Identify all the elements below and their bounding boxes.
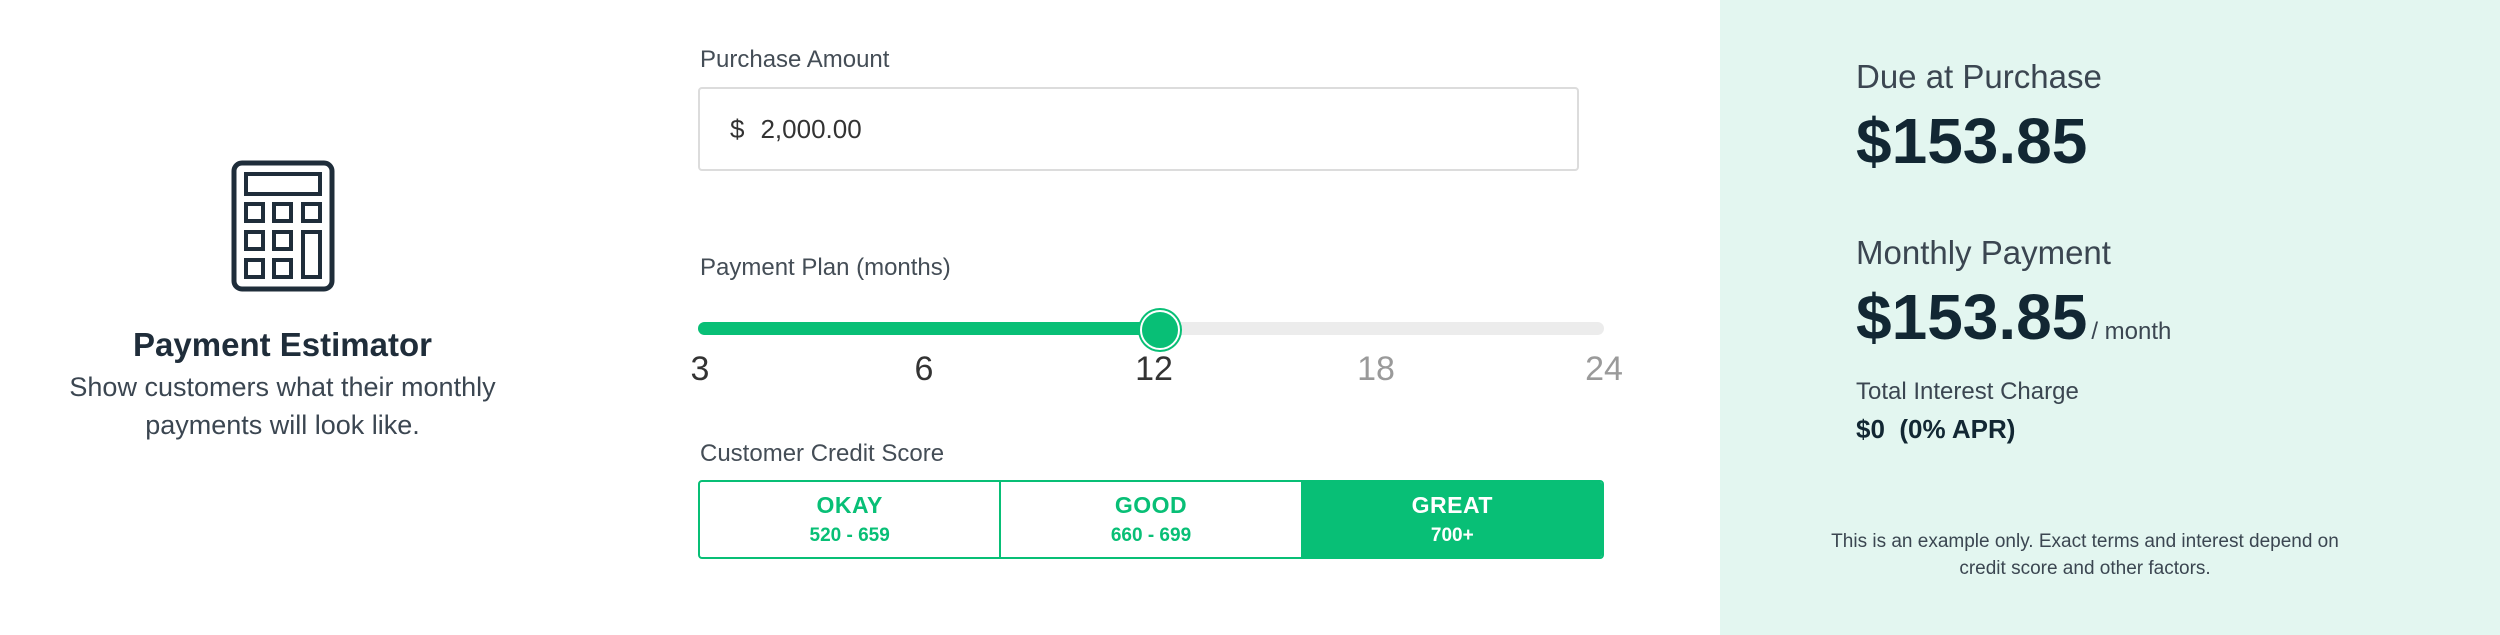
credit-option-range: 520 - 659 xyxy=(809,525,890,546)
credit-option-great[interactable]: GREAT 700+ xyxy=(1300,482,1602,557)
due-at-purchase-value: $153.85 xyxy=(1856,105,2088,177)
total-interest-label: Total Interest Charge xyxy=(1856,378,2079,405)
credit-option-okay[interactable]: OKAY 520 - 659 xyxy=(700,482,999,557)
due-at-purchase-label: Due at Purchase xyxy=(1856,58,2102,95)
credit-option-name: GOOD xyxy=(1114,492,1188,518)
plan-tick-label[interactable]: 12 xyxy=(1135,350,1173,389)
credit-option-good[interactable]: GOOD 660 - 699 xyxy=(999,482,1300,557)
purchase-amount-input[interactable] xyxy=(760,113,1521,145)
credit-option-name: GREAT xyxy=(1411,492,1493,518)
payment-plan-slider[interactable] xyxy=(698,310,1604,350)
monthly-payment-unit: / month xyxy=(2091,318,2172,345)
total-interest-value: $0 (0% APR) xyxy=(1856,414,2016,444)
payment-plan-label: Payment Plan (months) xyxy=(700,254,951,281)
purchase-amount-label: Purchase Amount xyxy=(700,46,890,73)
credit-option-range: 660 - 699 xyxy=(1110,525,1192,546)
credit-score-selector: OKAY 520 - 659 GOOD 660 - 699 GREAT 700+ xyxy=(698,480,1604,559)
calculator-icon xyxy=(231,160,334,292)
payment-estimator-intro: Payment Estimator Show customers what th… xyxy=(30,160,535,444)
currency-symbol: $ xyxy=(730,113,745,144)
payment-summary-panel: Due at Purchase $153.85 Monthly Payment … xyxy=(1720,0,2500,635)
monthly-payment-label: Monthly Payment xyxy=(1856,234,2111,271)
monthly-payment-row: $153.85/ month xyxy=(1856,280,2171,354)
disclaimer-text: This is an example only. Exact terms and… xyxy=(1831,531,2339,579)
plan-tick-label[interactable]: 3 xyxy=(691,350,710,389)
slider-fill xyxy=(698,322,1160,335)
plan-tick-label[interactable]: 6 xyxy=(915,350,934,389)
estimator-description: Show customers what their monthly paymen… xyxy=(69,372,496,440)
plan-tick-label[interactable]: 18 xyxy=(1357,350,1395,389)
credit-option-range: 700+ xyxy=(1430,525,1474,546)
credit-option-name: OKAY xyxy=(816,492,883,518)
estimator-title: Payment Estimator xyxy=(133,326,432,363)
purchase-amount-field[interactable]: $ xyxy=(698,87,1579,171)
credit-score-label: Customer Credit Score xyxy=(700,440,945,467)
slider-thumb[interactable] xyxy=(1140,310,1180,350)
payment-plan-ticks: 3 6 12 18 24 xyxy=(691,350,1623,390)
plan-tick-label[interactable]: 24 xyxy=(1585,350,1623,389)
monthly-payment-value: $153.85 xyxy=(1856,281,2088,353)
